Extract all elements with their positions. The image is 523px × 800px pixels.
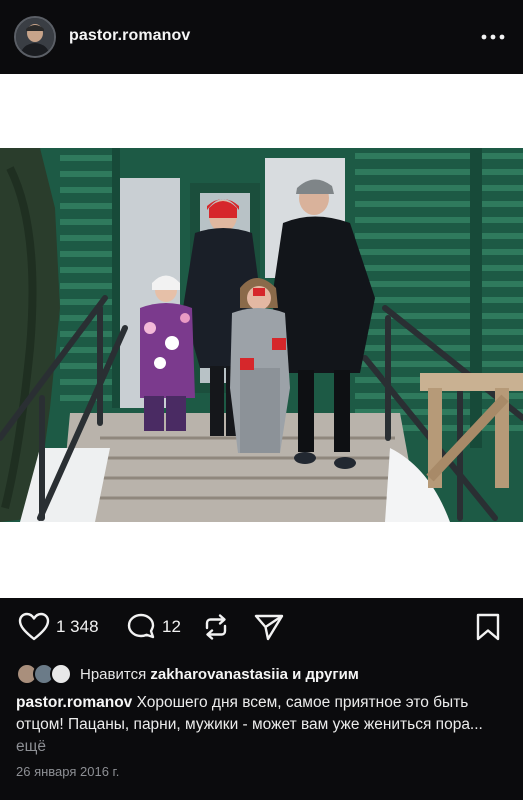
post-actions-bar: 1 348 12: [0, 598, 523, 656]
liked-by-suffix[interactable]: и другим: [292, 666, 359, 683]
save-button[interactable]: [474, 612, 502, 642]
post-username[interactable]: pastor.romanov: [69, 27, 190, 45]
repost-icon: [205, 614, 227, 640]
liked-by-text: Нравится zakharovanastasiia и другим: [80, 666, 359, 683]
comment-icon: [127, 613, 155, 639]
comment-button[interactable]: 12: [126, 612, 181, 642]
liked-by-user[interactable]: zakharovanastasiia: [150, 666, 288, 683]
send-icon: [254, 614, 284, 641]
liker-avatar: [50, 663, 72, 685]
share-button[interactable]: [253, 612, 285, 642]
caption-username[interactable]: pastor.romanov: [16, 694, 132, 711]
comments-count: 12: [162, 617, 181, 636]
post-photo[interactable]: [0, 148, 523, 522]
more-options-icon[interactable]: [478, 24, 508, 50]
heart-icon: [18, 612, 50, 641]
like-button[interactable]: 1 348: [18, 612, 99, 642]
user-avatar[interactable]: [14, 16, 56, 58]
caption-more-link[interactable]: ещё: [16, 738, 46, 755]
likes-count: 1 348: [56, 617, 99, 636]
repost-button[interactable]: [201, 612, 231, 642]
post-header: pastor.romanov: [0, 0, 523, 74]
bookmark-icon: [476, 613, 500, 641]
post-date: 26 января 2016 г.: [16, 764, 120, 779]
liked-by-row[interactable]: Нравится zakharovanastasiia и другим: [0, 656, 523, 692]
post-caption: pastor.romanov Хорошего дня всем, самое …: [16, 692, 511, 758]
liked-by-prefix: Нравится: [80, 666, 147, 683]
